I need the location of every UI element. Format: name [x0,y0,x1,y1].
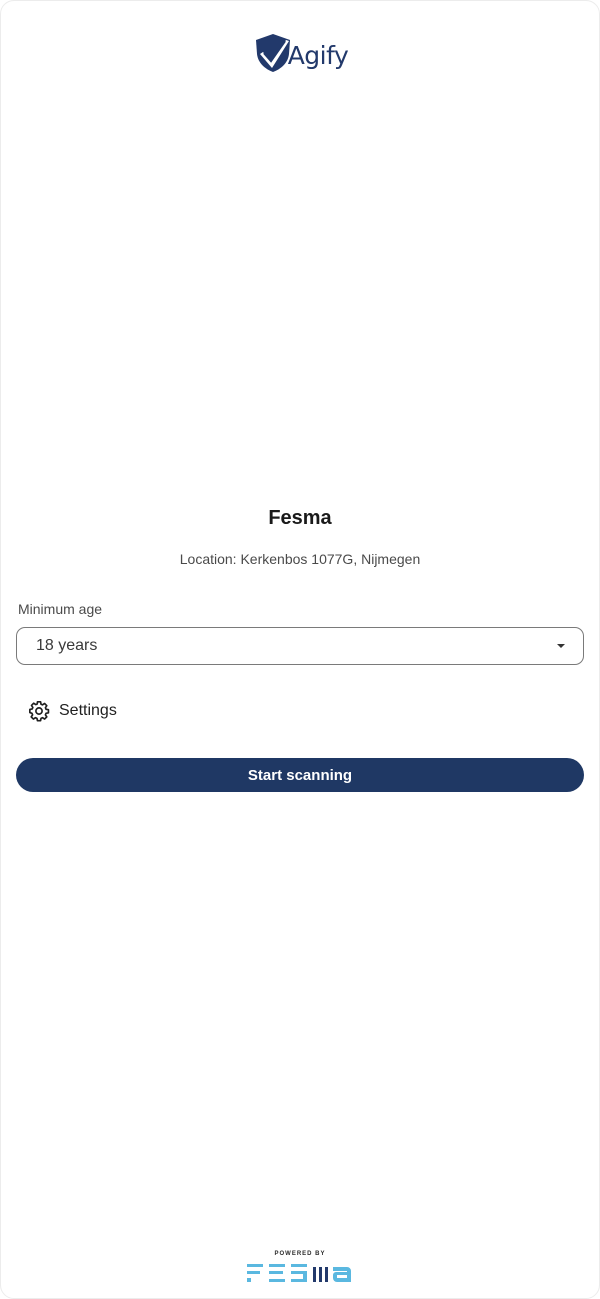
powered-by-label: POWERED BY [274,1251,326,1257]
header-logo: Agify [0,32,600,74]
settings-label: Settings [59,702,117,719]
venue-title: Fesma [268,507,332,529]
min-age-select[interactable]: 18 years [16,627,584,665]
logo-wordmark: Agify [287,40,349,70]
start-scanning-button[interactable]: Start scanning [16,758,584,792]
caret-down-icon [557,644,565,648]
fesma-logo [247,1264,351,1282]
min-age-value: 18 years [36,637,98,654]
gear-icon [29,701,50,722]
agify-logo: Agify [252,32,349,74]
venue-location: Location: Kerkenbos 1077G, Nijmegen [179,551,421,567]
settings-link[interactable]: Settings [28,700,117,722]
min-age-label: Minimum age [18,601,103,617]
